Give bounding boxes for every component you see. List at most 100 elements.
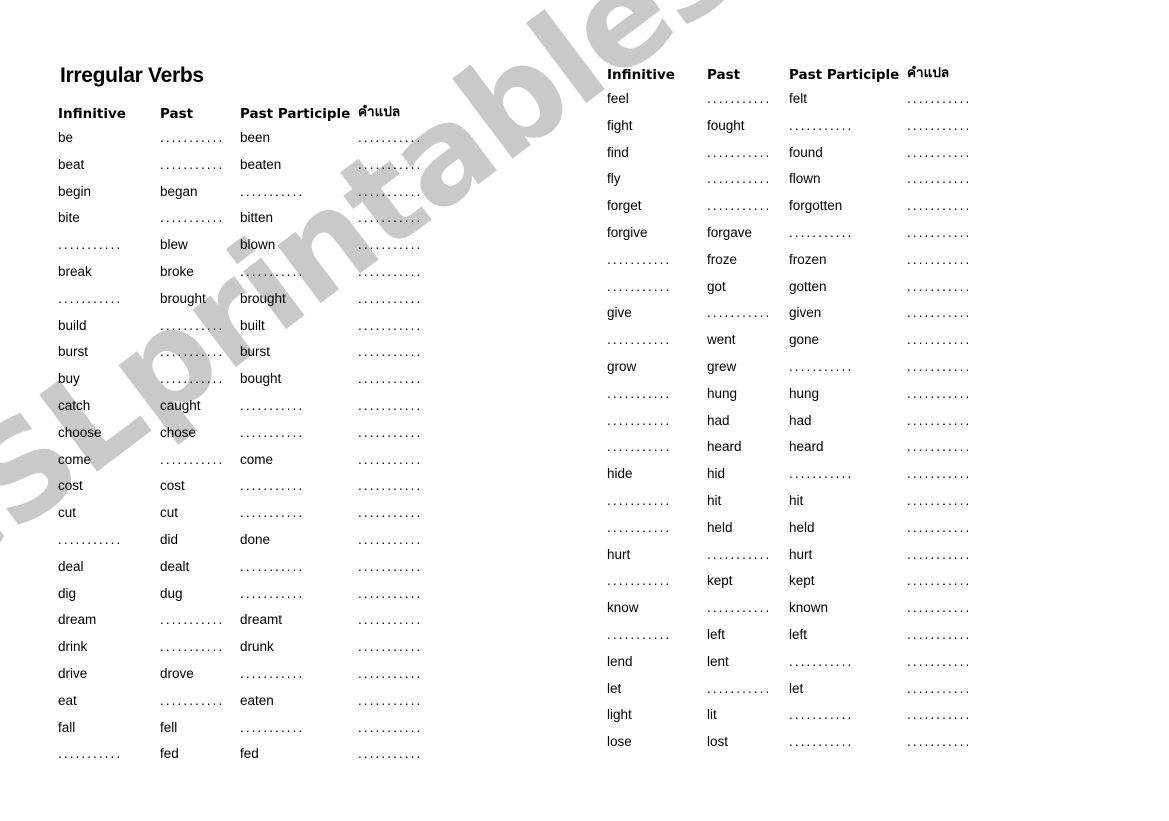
answer-blank[interactable]: ........... [358, 210, 422, 225]
cell-translation-blank[interactable]: ........... [358, 479, 442, 506]
cell-infinitive-blank[interactable]: ........... [607, 628, 707, 655]
cell-translation-blank[interactable]: ........... [358, 184, 442, 212]
cell-translation-blank[interactable]: ........... [907, 440, 991, 467]
cell-past-blank[interactable]: ........... [160, 693, 240, 721]
answer-blank[interactable]: ........... [58, 291, 122, 306]
cell-translation-blank[interactable]: ........... [358, 452, 442, 480]
answer-blank[interactable]: ........... [707, 681, 771, 696]
cell-translation-blank[interactable]: ........... [907, 601, 991, 628]
cell-infinitive-blank[interactable]: ........... [607, 279, 707, 307]
answer-blank[interactable]: ........... [607, 413, 671, 428]
cell-translation-blank[interactable]: ........... [907, 574, 991, 601]
cell-infinitive-blank[interactable]: ........... [58, 238, 160, 265]
answer-blank[interactable]: ........... [358, 291, 422, 306]
answer-blank[interactable]: ........... [907, 145, 971, 160]
cell-translation-blank[interactable]: ........... [358, 426, 442, 453]
answer-blank[interactable]: ........... [607, 573, 671, 588]
answer-blank[interactable]: ........... [907, 681, 971, 696]
cell-translation-blank[interactable]: ........... [358, 667, 442, 694]
answer-blank[interactable]: ........... [607, 493, 671, 508]
answer-blank[interactable]: ........... [160, 693, 224, 708]
answer-blank[interactable]: ........... [607, 252, 671, 267]
cell-past-participle-blank[interactable]: ........... [240, 560, 358, 587]
answer-blank[interactable]: ........... [358, 452, 422, 467]
cell-translation-blank[interactable]: ........... [907, 708, 991, 735]
cell-infinitive-blank[interactable]: ........... [58, 292, 160, 319]
cell-past-participle-blank[interactable]: ........... [789, 654, 907, 682]
cell-translation-blank[interactable]: ........... [907, 654, 991, 682]
answer-blank[interactable]: ........... [160, 210, 224, 225]
answer-blank[interactable]: ........... [358, 237, 422, 252]
cell-past-participle-blank[interactable]: ........... [789, 360, 907, 387]
answer-blank[interactable]: ........... [358, 264, 422, 279]
cell-translation-blank[interactable]: ........... [907, 413, 991, 441]
answer-blank[interactable]: ........... [789, 118, 853, 133]
cell-infinitive-blank[interactable]: ........... [607, 253, 707, 280]
answer-blank[interactable]: ........... [707, 91, 771, 106]
cell-translation-blank[interactable]: ........... [907, 360, 991, 387]
answer-blank[interactable]: ........... [907, 493, 971, 508]
answer-blank[interactable]: ........... [358, 505, 422, 520]
answer-blank[interactable]: ........... [240, 425, 304, 440]
cell-past-participle-blank[interactable]: ........... [240, 265, 358, 292]
answer-blank[interactable]: ........... [607, 627, 671, 642]
cell-past-participle-blank[interactable]: ........... [240, 479, 358, 506]
answer-blank[interactable]: ........... [358, 746, 422, 761]
cell-translation-blank[interactable]: ........... [907, 333, 991, 360]
answer-blank[interactable]: ........... [240, 559, 304, 574]
answer-blank[interactable]: ........... [707, 198, 771, 213]
cell-past-blank[interactable]: ........... [707, 681, 789, 709]
cell-past-blank[interactable]: ........... [160, 640, 240, 667]
answer-blank[interactable]: ........... [358, 639, 422, 654]
answer-blank[interactable]: ........... [907, 413, 971, 428]
answer-blank[interactable]: ........... [358, 532, 422, 547]
answer-blank[interactable]: ........... [240, 720, 304, 735]
answer-blank[interactable]: ........... [358, 559, 422, 574]
answer-blank[interactable]: ........... [58, 746, 122, 761]
answer-blank[interactable]: ........... [907, 279, 971, 294]
answer-blank[interactable]: ........... [907, 386, 971, 401]
answer-blank[interactable]: ........... [240, 666, 304, 681]
cell-past-blank[interactable]: ........... [160, 211, 240, 238]
answer-blank[interactable]: ........... [240, 184, 304, 199]
cell-translation-blank[interactable]: ........... [907, 628, 991, 655]
answer-blank[interactable]: ........... [358, 157, 422, 172]
answer-blank[interactable]: ........... [607, 439, 671, 454]
answer-blank[interactable]: ........... [907, 547, 971, 562]
cell-past-participle-blank[interactable]: ........... [240, 426, 358, 453]
cell-translation-blank[interactable]: ........... [358, 211, 442, 238]
answer-blank[interactable]: ........... [607, 332, 671, 347]
answer-blank[interactable]: ........... [707, 600, 771, 615]
answer-blank[interactable]: ........... [58, 532, 122, 547]
cell-infinitive-blank[interactable]: ........... [607, 440, 707, 467]
cell-infinitive-blank[interactable]: ........... [607, 387, 707, 414]
answer-blank[interactable]: ........... [789, 654, 853, 669]
cell-infinitive-blank[interactable]: ........... [607, 521, 707, 548]
answer-blank[interactable]: ........... [240, 505, 304, 520]
answer-blank[interactable]: ........... [789, 466, 853, 481]
cell-translation-blank[interactable]: ........... [907, 172, 991, 199]
cell-past-participle-blank[interactable]: ........... [240, 667, 358, 694]
answer-blank[interactable]: ........... [160, 157, 224, 172]
answer-blank[interactable]: ........... [907, 734, 971, 749]
cell-past-participle-blank[interactable]: ........... [789, 467, 907, 494]
answer-blank[interactable]: ........... [160, 612, 224, 627]
answer-blank[interactable]: ........... [907, 573, 971, 588]
answer-blank[interactable]: ........... [907, 118, 971, 133]
answer-blank[interactable]: ........... [907, 627, 971, 642]
answer-blank[interactable]: ........... [160, 639, 224, 654]
answer-blank[interactable]: ........... [707, 305, 771, 320]
answer-blank[interactable]: ........... [358, 425, 422, 440]
cell-infinitive-blank[interactable]: ........... [607, 413, 707, 441]
cell-translation-blank[interactable]: ........... [358, 613, 442, 640]
cell-translation-blank[interactable]: ........... [907, 547, 991, 575]
cell-past-participle-blank[interactable]: ........... [240, 184, 358, 212]
cell-translation-blank[interactable]: ........... [358, 238, 442, 265]
cell-past-blank[interactable]: ........... [160, 345, 240, 372]
answer-blank[interactable]: ........... [907, 171, 971, 186]
cell-translation-blank[interactable]: ........... [907, 681, 991, 709]
cell-infinitive-blank[interactable]: ........... [607, 494, 707, 521]
answer-blank[interactable]: ........... [907, 305, 971, 320]
cell-translation-blank[interactable]: ........... [907, 467, 991, 494]
answer-blank[interactable]: ........... [707, 171, 771, 186]
